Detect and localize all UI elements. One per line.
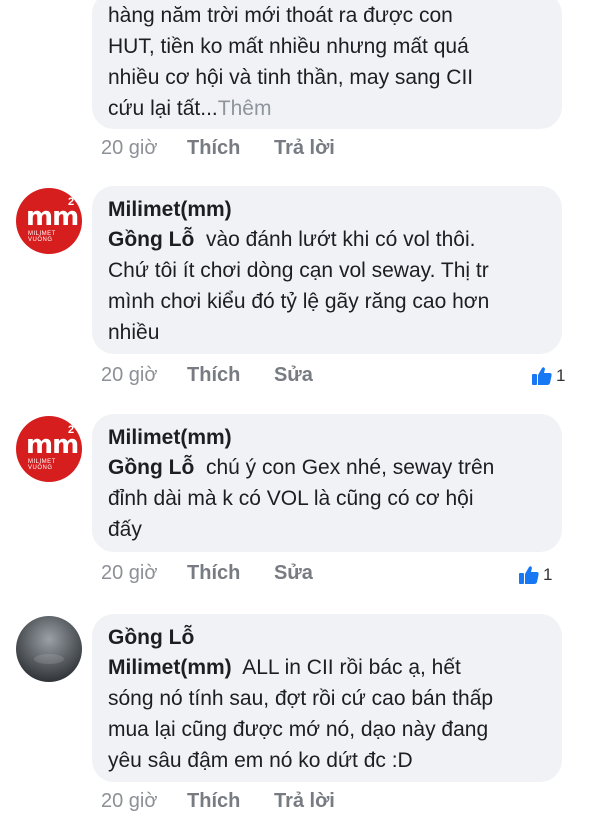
like-button[interactable]: Thích <box>187 562 240 585</box>
mention-link[interactable]: Gồng Lỗ <box>108 228 194 251</box>
see-more-link[interactable]: Thêm <box>218 97 272 120</box>
edit-button[interactable]: Sửa <box>274 562 313 585</box>
comment-text: hàng năm trời mới thoát ra được con HUT,… <box>108 4 474 120</box>
comment-time: 20 giờ <box>101 137 158 159</box>
comment-text: Milimet(mm) ALL in CII rồi bác ạ, hết só… <box>108 656 494 772</box>
like-count-number: 1 <box>556 366 566 385</box>
comment-time: 20 giờ <box>101 562 158 584</box>
comment-author[interactable]: Milimet(mm) <box>108 196 546 224</box>
reply-button[interactable]: Trả lời <box>274 137 335 160</box>
comment-bubble[interactable]: Gồng Lỗ Milimet(mm) ALL in CII rồi bác ạ… <box>92 614 562 782</box>
thumbs-up-icon <box>532 367 552 385</box>
thumbs-up-icon <box>519 566 539 584</box>
reply-button[interactable]: Trả lời <box>274 790 335 813</box>
like-button[interactable]: Thích <box>187 364 240 387</box>
avatar[interactable]: mm 2 MILIMET VUÔNG <box>16 188 82 254</box>
comment-time: 20 giờ <box>101 364 158 386</box>
comment-time: 20 giờ <box>101 790 158 812</box>
mention-link[interactable]: Milimet(mm) <box>108 656 232 679</box>
like-button[interactable]: Thích <box>187 137 240 160</box>
comment-actions: 20 giờ Thích Trả lời <box>101 137 363 160</box>
avatar-logo-tag: MILIMET VUÔNG <box>28 231 56 243</box>
mention-link[interactable]: Gồng Lỗ <box>108 456 194 479</box>
avatar[interactable] <box>16 616 82 682</box>
like-count[interactable]: 1 <box>518 565 552 585</box>
comment-author[interactable]: Gồng Lỗ <box>108 624 546 652</box>
like-count[interactable]: 1 <box>531 366 565 386</box>
comment-bubble[interactable]: Milimet(mm) Gồng Lỗ chú ý con Gex nhé, s… <box>92 414 562 552</box>
avatar-shine <box>34 654 64 664</box>
comment-bubble[interactable]: hàng năm trời mới thoát ra được con HUT,… <box>92 0 562 129</box>
avatar-logo-tag: MILIMET VUÔNG <box>28 459 56 471</box>
like-button[interactable]: Thích <box>187 790 240 813</box>
avatar[interactable]: mm 2 MILIMET VUÔNG <box>16 416 82 482</box>
comment-actions: 20 giờ Thích Sửa <box>101 562 341 585</box>
comment-bubble[interactable]: Milimet(mm) Gồng Lỗ vào đánh lướt khi có… <box>92 186 562 354</box>
comment-actions: 20 giờ Thích Sửa <box>101 364 341 387</box>
edit-button[interactable]: Sửa <box>274 364 313 387</box>
comment-text: Gồng Lỗ chú ý con Gex nhé, seway trên đỉ… <box>108 456 495 541</box>
comment-text: Gồng Lỗ vào đánh lướt khi có vol thôi. C… <box>108 228 490 344</box>
like-count-number: 1 <box>543 565 553 584</box>
avatar-logo-sup: 2 <box>68 424 75 436</box>
avatar-logo-sup: 2 <box>68 196 75 208</box>
comment-actions: 20 giờ Thích Trả lời <box>101 790 363 813</box>
comment-author[interactable]: Milimet(mm) <box>108 424 546 452</box>
